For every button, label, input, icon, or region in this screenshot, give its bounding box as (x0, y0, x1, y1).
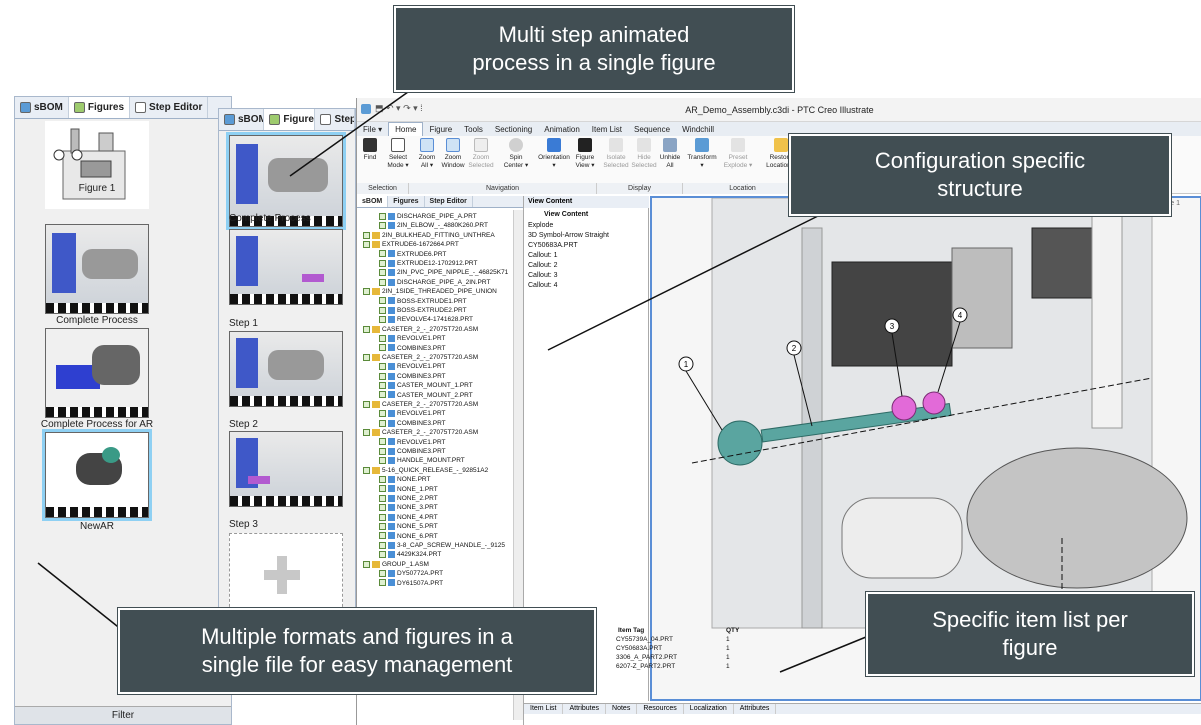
callout-line: Multiple formats and figures in a (201, 624, 513, 649)
callout-configuration: Configuration specific structure (788, 133, 1172, 217)
callout-line: Multi step animated (498, 22, 690, 47)
pointer-line (547, 214, 821, 351)
callout-line: figure (1002, 635, 1058, 660)
screenshot-collage: sBOM Figures Step Editor Figure 1 Comple… (0, 0, 1201, 725)
callout-multi-step: Multi step animated process in a single … (393, 5, 795, 93)
callout-line: structure (937, 176, 1023, 201)
callout-line: process in a single figure (472, 50, 716, 75)
pointer-line (289, 91, 409, 177)
callout-multiple-formats: Multiple formats and figures in a single… (117, 607, 597, 695)
callout-item-list: Specific item list per figure (865, 591, 1195, 677)
callout-line: Configuration specific (874, 148, 1086, 173)
pointer-line (37, 562, 123, 631)
callout-line: Specific item list per (932, 607, 1128, 632)
callout-line: single file for easy management (201, 652, 513, 677)
pointer-line (779, 636, 867, 673)
